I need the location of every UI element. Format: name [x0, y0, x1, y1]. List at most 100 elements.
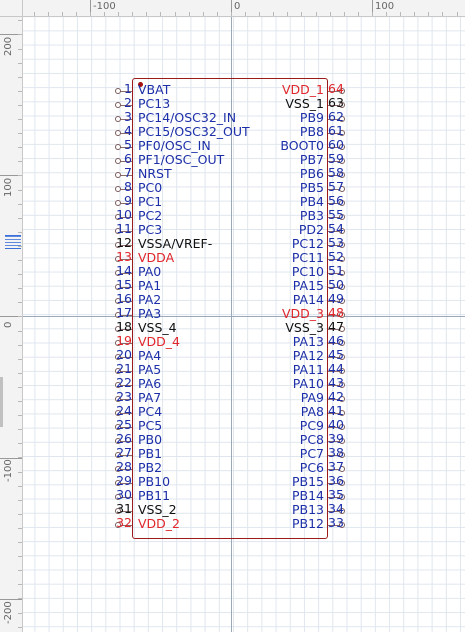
- left-pin-13[interactable]: 14 PA0: [115, 263, 236, 280]
- pin-number: 8: [124, 179, 132, 194]
- pin-connection-point[interactable]: [115, 88, 121, 94]
- left-pin-12[interactable]: 13 VDDA: [115, 250, 236, 266]
- pin-number: 26: [116, 431, 132, 446]
- ruler-minor-tick: [18, 302, 22, 304]
- ruler-minor-tick: [18, 626, 22, 628]
- ruler-minor-tick: [343, 12, 345, 16]
- pin-name: PC3: [138, 222, 163, 237]
- pin-name: PB11: [138, 488, 171, 503]
- pin-number: 57: [328, 179, 344, 194]
- ruler-minor-tick: [18, 485, 22, 487]
- pin-name: PC5: [138, 418, 163, 433]
- left-pin-8[interactable]: 9 PC1: [115, 193, 236, 210]
- pin-name: VDD_1: [281, 82, 324, 97]
- ruler-minor-tick: [18, 443, 22, 445]
- left-pin-5[interactable]: 6 PF1/OSC_OUT: [115, 152, 236, 168]
- ruler-minor-tick: [18, 260, 22, 261]
- left-pin-11[interactable]: 12 VSSA/VREF-: [115, 236, 236, 252]
- pin-number: 39: [328, 431, 344, 446]
- pin-name: PA12: [292, 348, 324, 363]
- pin-number: 31: [116, 501, 132, 516]
- pin-number: 14: [116, 263, 132, 278]
- ruler-minor-tick: [18, 231, 22, 233]
- left-pin-21[interactable]: 22 PA6: [115, 375, 236, 392]
- left-pin-19[interactable]: 20 PA4: [115, 348, 236, 364]
- ruler-minor-tick: [75, 12, 77, 16]
- ruler-minor-tick: [18, 245, 22, 247]
- pin-number: 22: [116, 375, 132, 390]
- left-pin-24[interactable]: 25 PC5: [115, 418, 236, 434]
- pin-name: PC0: [138, 180, 163, 195]
- pin-name: PC13: [138, 96, 171, 111]
- left-pin-6[interactable]: 7 NRST: [115, 166, 236, 182]
- pin-connection-point[interactable]: [115, 158, 121, 164]
- horizontal-ruler[interactable]: -100 0 100: [0, 0, 465, 17]
- pin-name: PB15: [291, 474, 324, 489]
- left-pin-15[interactable]: 16 PA2: [115, 291, 236, 308]
- ruler-minor-tick: [89, 12, 91, 16]
- left-pin-23[interactable]: 24 PC4: [115, 404, 236, 420]
- pin-name: PC11: [291, 250, 324, 265]
- pin-connection-point[interactable]: [115, 200, 121, 206]
- ruler-minor-tick: [216, 12, 218, 16]
- left-pin-0[interactable]: 1 VBAT: [115, 82, 236, 98]
- pin-name: PB12: [291, 516, 324, 531]
- pin-name: PC12: [291, 236, 324, 251]
- ruler-minor-tick: [33, 12, 35, 16]
- pin-number: 34: [328, 501, 344, 516]
- pin-connection-point[interactable]: [115, 130, 121, 136]
- ruler-minor-tick: [230, 12, 232, 16]
- pin-connection-point[interactable]: [115, 144, 121, 150]
- ruler-minor-tick: [202, 12, 204, 16]
- left-pin-7[interactable]: 8 PC0: [115, 179, 236, 196]
- pin-name: PB2: [138, 460, 163, 475]
- pin-connection-point[interactable]: [115, 172, 121, 178]
- left-pin-20[interactable]: 21 PA5: [115, 362, 236, 378]
- ruler-minor-tick: [18, 104, 22, 106]
- pin-connection-point[interactable]: [115, 116, 121, 122]
- left-pin-18[interactable]: 19 VDD_4: [115, 334, 236, 350]
- ruler-label-100: 100: [375, 1, 395, 12]
- ruler-minor-tick: [18, 330, 22, 332]
- pin-name: PC2: [138, 208, 163, 223]
- pin-name: PA10: [292, 376, 324, 391]
- pin-name: PA15: [292, 278, 324, 293]
- pin-name: PC8: [299, 432, 324, 447]
- left-pin-25[interactable]: 26 PB0: [115, 431, 236, 448]
- pin-number: 61: [328, 123, 344, 138]
- ruler-minor-tick: [273, 12, 275, 16]
- pin-number: 3: [124, 109, 132, 124]
- left-pin-14[interactable]: 15 PA1: [115, 277, 236, 294]
- pin-number: 49: [328, 291, 344, 306]
- vertical-ruler[interactable]: 200 100 0 -100 -200: [0, 0, 23, 632]
- ruler-minor-tick: [18, 415, 22, 417]
- pin-number: 15: [116, 277, 132, 292]
- left-pin-9[interactable]: 10 PC2: [115, 208, 236, 224]
- pin-number: 55: [328, 207, 344, 222]
- ruler-minor-tick: [18, 429, 22, 431]
- left-pin-22[interactable]: 23 PA7: [115, 390, 236, 406]
- ruler-minor-tick: [132, 12, 134, 16]
- pin-number: 9: [124, 193, 132, 208]
- left-pin-27[interactable]: 28 PB2: [115, 460, 236, 476]
- pin-connection-point[interactable]: [115, 186, 121, 192]
- pin-connection-point[interactable]: [115, 102, 121, 108]
- ruler-minor-tick: [18, 189, 22, 191]
- left-pin-28[interactable]: 29 PB10: [115, 474, 236, 490]
- pin-name: PC1: [138, 194, 163, 209]
- ruler-minor-tick: [301, 12, 303, 16]
- ruler-minor-tick: [18, 598, 22, 600]
- pin-number: 63: [328, 95, 344, 110]
- pin-name: PF0/OSC_IN: [138, 138, 211, 153]
- pin-name: VSSA/VREF-: [138, 236, 213, 251]
- left-pin-31[interactable]: 32 VDD_2: [115, 516, 236, 532]
- panel-edge-handle[interactable]: [0, 377, 3, 427]
- ruler-minor-tick: [315, 12, 317, 16]
- ruler-minor-tick: [18, 372, 22, 374]
- left-pin-26[interactable]: 27 PB1: [115, 446, 236, 462]
- ruler-corner: [0, 0, 23, 17]
- pin-number: 16: [116, 291, 132, 306]
- ruler-minor-tick: [428, 12, 430, 16]
- right-pin-31[interactable]: 33 PB12: [230, 516, 362, 532]
- ruler-label-minus-100: -100: [93, 1, 116, 12]
